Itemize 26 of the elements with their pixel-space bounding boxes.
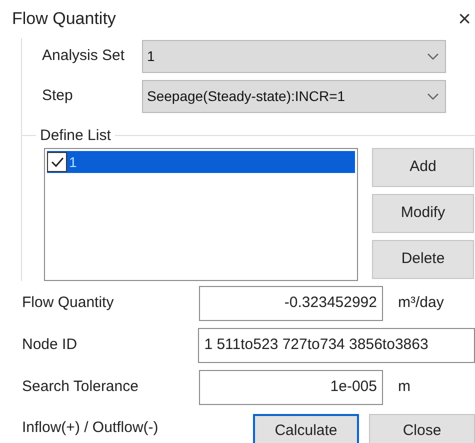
- unit-label: m: [398, 377, 410, 398]
- field-label: Analysis Set: [41, 46, 126, 66]
- input-field[interactable]: 1 511to523 727to734 3856to3863: [198, 328, 475, 363]
- field-label: Flow Quantity: [22, 293, 115, 314]
- field-label: Search Tolerance: [22, 377, 140, 398]
- list-button[interactable]: Add: [372, 148, 474, 187]
- close-button[interactable]: ×: [458, 8, 471, 30]
- unit-label: m³/day: [398, 293, 444, 314]
- list-item[interactable]: 1: [47, 151, 355, 173]
- checkbox[interactable]: [47, 152, 67, 172]
- list-button[interactable]: Delete: [372, 240, 474, 279]
- item-label: 1: [69, 152, 77, 172]
- input-field[interactable]: 1e-005: [199, 370, 383, 405]
- input-field[interactable]: -0.323452992: [199, 286, 383, 321]
- dropdown[interactable]: Seepage(Steady-state):INCR=1: [142, 80, 446, 113]
- dialog-button[interactable]: Calculate: [253, 414, 359, 443]
- field-label: Node ID: [22, 335, 78, 356]
- dropdown[interactable]: 1: [142, 40, 446, 73]
- list-button[interactable]: Modify: [372, 194, 474, 233]
- chevron-icon: [427, 52, 439, 60]
- check-icon: [50, 156, 64, 168]
- chevron-icon: [427, 92, 439, 100]
- note-text: Inflow(+) / Outflow(-): [22, 418, 160, 438]
- dialog-button[interactable]: Close: [369, 414, 475, 443]
- field-label: Step: [41, 86, 74, 106]
- window-title: Flow Quantity: [12, 8, 116, 30]
